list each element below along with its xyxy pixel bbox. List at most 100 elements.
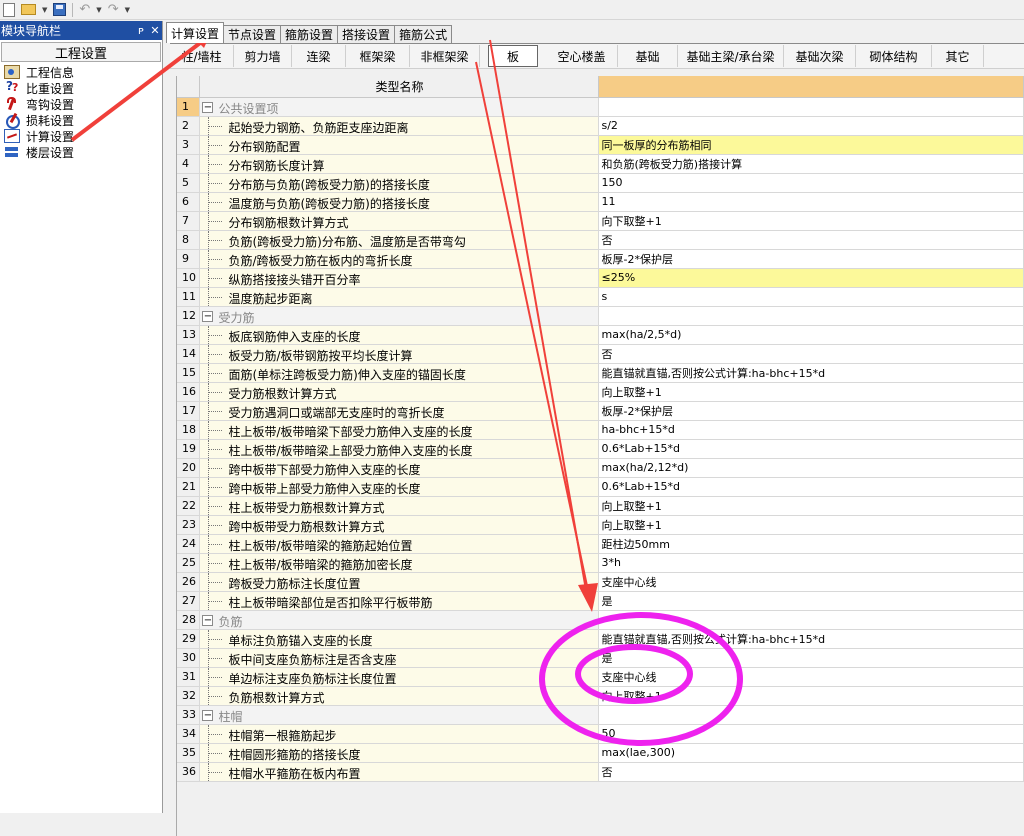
table-row[interactable]: 19 柱上板带/板带暗梁上部受力筋伸入支座的长度 0.6*Lab+15*d <box>177 439 1024 459</box>
tab-1[interactable]: 节点设置 <box>223 25 282 43</box>
setting-value-cell[interactable]: 距柱边50mm <box>598 534 1024 554</box>
pin-icon[interactable]: ᴩ <box>134 24 148 37</box>
setting-value-cell[interactable]: ≤25% <box>598 268 1024 288</box>
table-row[interactable]: 15 面筋(单标注跨板受力筋)伸入支座的锚固长度 能直锚就直锚,否则按公式计算:ha… <box>177 363 1024 383</box>
table-row[interactable]: 27 柱上板带暗梁部位是否扣除平行板带筋 是 <box>177 591 1024 611</box>
close-icon[interactable]: ✕ <box>148 24 162 37</box>
subtab-7[interactable]: 基础 <box>618 45 678 67</box>
setting-value-cell[interactable]: 否 <box>598 762 1024 782</box>
table-row[interactable]: 29 单标注负筋锚入支座的长度 能直锚就直锚,否则按公式计算:ha-bhc+15*d <box>177 629 1024 649</box>
setting-value-cell[interactable]: 向上取整+1 <box>598 515 1024 535</box>
open-folder-icon[interactable] <box>21 2 36 18</box>
undo-icon[interactable]: ↶ <box>79 2 90 17</box>
subtab-4[interactable]: 非框架梁 <box>410 45 480 67</box>
table-row[interactable]: 18 柱上板带/板带暗梁下部受力筋伸入支座的长度 ha-bhc+15*d <box>177 420 1024 440</box>
table-row[interactable]: 10 纵筋搭接接头错开百分率 ≤25% <box>177 268 1024 288</box>
nav-item-1[interactable]: 比重设置 <box>4 79 162 96</box>
collapse-icon[interactable]: − <box>202 310 214 322</box>
setting-value-cell[interactable]: 板厚-2*保护层 <box>598 249 1024 269</box>
setting-value-cell[interactable]: 0.6*Lab+15*d <box>598 477 1024 497</box>
table-row[interactable]: 7 分布钢筋根数计算方式 向下取整+1 <box>177 211 1024 231</box>
table-row[interactable]: 26 跨板受力筋标注长度位置 支座中心线 <box>177 572 1024 592</box>
subtab-9[interactable]: 基础次梁 <box>784 45 856 67</box>
setting-value-cell[interactable]: max(ha/2,12*d) <box>598 458 1024 478</box>
setting-value-cell[interactable]: 同一板厚的分布筋相同 <box>598 135 1024 155</box>
new-document-icon[interactable] <box>3 2 15 18</box>
table-row[interactable]: 4 分布钢筋长度计算 和负筋(跨板受力筋)搭接计算 <box>177 154 1024 174</box>
collapse-icon[interactable]: − <box>202 614 214 626</box>
tab-0[interactable]: 计算设置 <box>166 22 225 43</box>
table-row[interactable]: 36 柱帽水平箍筋在板内布置 否 <box>177 762 1024 782</box>
table-row[interactable]: 3 分布钢筋配置 同一板厚的分布筋相同 <box>177 135 1024 155</box>
table-row[interactable]: 11 温度筋起步距离 s <box>177 287 1024 307</box>
section-row[interactable]: 1− 公共设置项 <box>177 97 1024 117</box>
subtab-8[interactable]: 基础主梁/承台梁 <box>678 45 784 67</box>
subtab-3[interactable]: 框架梁 <box>346 45 410 67</box>
collapse-icon[interactable]: − <box>202 101 214 113</box>
table-row[interactable]: 17 受力筋遇洞口或端部无支座时的弯折长度 板厚-2*保护层 <box>177 401 1024 421</box>
setting-value-cell[interactable]: 是 <box>598 591 1024 611</box>
subtab-2[interactable]: 连梁 <box>292 45 346 67</box>
section-row[interactable]: 12− 受力筋 <box>177 306 1024 326</box>
table-row[interactable]: 22 柱上板带受力筋根数计算方式 向上取整+1 <box>177 496 1024 516</box>
chevron-down-icon[interactable]: ▼ <box>125 6 130 14</box>
table-row[interactable]: 30 板中间支座负筋标注是否含支座 是 <box>177 648 1024 668</box>
setting-value-cell[interactable]: 向上取整+1 <box>598 496 1024 516</box>
setting-value-cell[interactable]: ha-bhc+15*d <box>598 420 1024 440</box>
table-row[interactable]: 16 受力筋根数计算方式 向上取整+1 <box>177 382 1024 402</box>
setting-value-cell[interactable]: 支座中心线 <box>598 572 1024 592</box>
nav-item-5[interactable]: 楼层设置 <box>4 144 162 160</box>
table-row[interactable]: 9 负筋/跨板受力筋在板内的弯折长度 板厚-2*保护层 <box>177 249 1024 269</box>
setting-value-cell[interactable]: 支座中心线 <box>598 667 1024 687</box>
table-row[interactable]: 14 板受力筋/板带钢筋按平均长度计算 否 <box>177 344 1024 364</box>
subtab-6[interactable]: 空心楼盖 <box>546 45 618 67</box>
chevron-down-icon[interactable]: ▼ <box>42 6 47 14</box>
table-row[interactable]: 21 跨中板带上部受力筋伸入支座的长度 0.6*Lab+15*d <box>177 477 1024 497</box>
section-row[interactable]: 33− 柱帽 <box>177 705 1024 725</box>
nav-item-2[interactable]: 弯钩设置 <box>4 96 162 112</box>
setting-value-cell[interactable]: 和负筋(跨板受力筋)搭接计算 <box>598 154 1024 174</box>
setting-value-cell[interactable]: 3*h <box>598 553 1024 573</box>
setting-value-cell[interactable]: 向上取整+1 <box>598 382 1024 402</box>
table-row[interactable]: 31 单边标注支座负筋标注长度位置 支座中心线 <box>177 667 1024 687</box>
project-settings-header[interactable]: 工程设置 <box>1 42 161 62</box>
setting-value-cell[interactable]: s <box>598 287 1024 307</box>
table-row[interactable]: 35 柱帽圆形箍筋的搭接长度 max(lae,300) <box>177 743 1024 763</box>
table-row[interactable]: 34 柱帽第一根箍筋起步 50 <box>177 724 1024 744</box>
subtab-11[interactable]: 其它 <box>932 45 984 67</box>
setting-value-cell[interactable]: 否 <box>598 230 1024 250</box>
tab-3[interactable]: 搭接设置 <box>337 25 396 43</box>
save-icon[interactable] <box>53 2 67 18</box>
setting-value-cell[interactable]: 向下取整+1 <box>598 211 1024 231</box>
setting-value-cell[interactable]: max(lae,300) <box>598 743 1024 763</box>
tab-4[interactable]: 箍筋公式 <box>394 25 453 43</box>
table-row[interactable]: 20 跨中板带下部受力筋伸入支座的长度 max(ha/2,12*d) <box>177 458 1024 478</box>
redo-icon[interactable]: ↷ <box>108 2 119 17</box>
table-row[interactable]: 6 温度筋与负筋(跨板受力筋)的搭接长度 11 <box>177 192 1024 212</box>
setting-value-cell[interactable]: 板厚-2*保护层 <box>598 401 1024 421</box>
nav-item-0[interactable]: 工程信息 <box>4 64 162 80</box>
setting-value-cell[interactable]: 否 <box>598 344 1024 364</box>
table-row[interactable]: 25 柱上板带/板带暗梁的箍筋加密长度 3*h <box>177 553 1024 573</box>
tab-2[interactable]: 箍筋设置 <box>280 25 339 43</box>
nav-item-3[interactable]: 损耗设置 <box>4 112 162 129</box>
subtab-0[interactable]: 柱/墙柱 <box>170 45 234 67</box>
setting-value-cell[interactable]: 50 <box>598 724 1024 744</box>
setting-value-cell[interactable]: 150 <box>598 173 1024 193</box>
table-row[interactable]: 13 板底钢筋伸入支座的长度 max(ha/2,5*d) <box>177 325 1024 345</box>
subtab-5[interactable]: 板 <box>488 45 538 67</box>
table-row[interactable]: 23 跨中板带受力筋根数计算方式 向上取整+1 <box>177 515 1024 535</box>
setting-value-cell[interactable]: 向上取整+1 <box>598 686 1024 706</box>
setting-value-cell[interactable]: 11 <box>598 192 1024 212</box>
setting-value-cell[interactable]: 能直锚就直锚,否则按公式计算:ha-bhc+15*d <box>598 629 1024 649</box>
table-row[interactable]: 2 起始受力钢筋、负筋距支座边距离 s/2 <box>177 116 1024 136</box>
section-row[interactable]: 28− 负筋 <box>177 610 1024 630</box>
nav-item-4[interactable]: 计算设置 <box>4 127 162 145</box>
setting-value-cell[interactable]: s/2 <box>598 116 1024 136</box>
table-row[interactable]: 24 柱上板带/板带暗梁的箍筋起始位置 距柱边50mm <box>177 534 1024 554</box>
table-row[interactable]: 5 分布筋与负筋(跨板受力筋)的搭接长度 150 <box>177 173 1024 193</box>
setting-value-cell[interactable]: 能直锚就直锚,否则按公式计算:ha-bhc+15*d <box>598 363 1024 383</box>
subtab-1[interactable]: 剪力墙 <box>234 45 292 67</box>
setting-value-cell[interactable]: max(ha/2,5*d) <box>598 325 1024 345</box>
setting-value-cell[interactable]: 是 <box>598 648 1024 668</box>
